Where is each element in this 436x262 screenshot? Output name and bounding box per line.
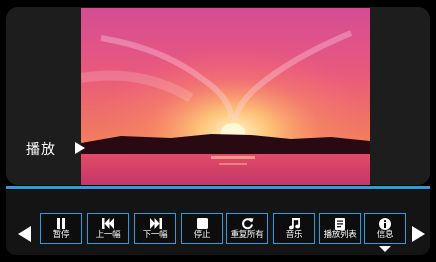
stop-button[interactable]: 停止 — [181, 213, 223, 244]
info-button[interactable]: 信息 — [364, 213, 406, 252]
music-note-icon — [274, 217, 314, 230]
repeat-all-icon — [227, 217, 267, 230]
pause-label: 暂停 — [52, 230, 70, 240]
pause-icon — [41, 217, 81, 230]
playlist-label: 播放列表 — [323, 230, 357, 240]
stop-label: 停止 — [193, 230, 211, 240]
play-arrow-icon — [75, 142, 85, 154]
progress-line — [6, 186, 430, 189]
pause-button[interactable]: 暂停 — [40, 213, 82, 244]
slideshow-screen: 播放 暂停 上一幅 下一幅 停止 重复所有 音乐 播放列表 信息 — [0, 0, 436, 262]
previous-label: 上一幅 — [95, 230, 121, 240]
playlist-icon — [320, 217, 360, 230]
playlist-button[interactable]: 播放列表 — [319, 213, 361, 244]
next-label: 下一幅 — [142, 230, 168, 240]
info-label: 信息 — [376, 230, 394, 240]
stop-icon — [182, 217, 222, 230]
now-playing-label: 播放 — [26, 142, 56, 158]
next-track-icon — [135, 217, 175, 230]
repeat-all-button[interactable]: 重复所有 — [226, 213, 268, 244]
scroll-left-arrow-icon[interactable] — [18, 226, 31, 242]
slideshow-photo — [81, 8, 370, 185]
previous-track-icon — [88, 217, 128, 230]
scroll-right-arrow-icon[interactable] — [412, 226, 425, 242]
next-button[interactable]: 下一幅 — [134, 213, 176, 244]
repeat-all-label: 重复所有 — [230, 230, 264, 240]
music-button[interactable]: 音乐 — [273, 213, 315, 244]
info-icon — [365, 217, 405, 230]
previous-button[interactable]: 上一幅 — [87, 213, 129, 244]
music-label: 音乐 — [285, 230, 303, 240]
